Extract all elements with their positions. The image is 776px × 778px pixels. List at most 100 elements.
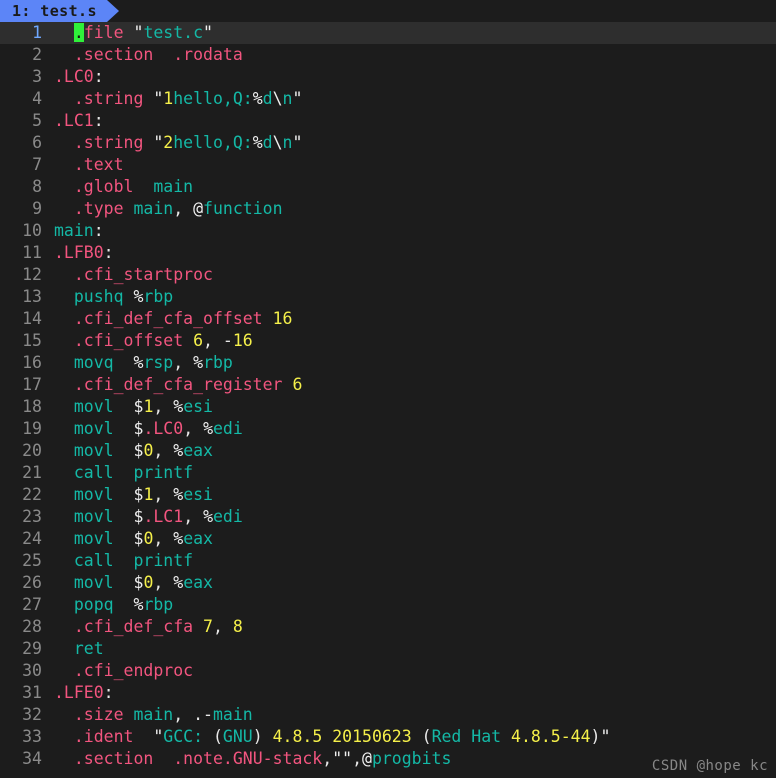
line-number: 15 <box>22 331 42 350</box>
code-token: , <box>203 331 223 350</box>
watermark: CSDN @hope kc <box>651 758 768 774</box>
code-line[interactable]: 14 .cfi_def_cfa_offset 16 <box>0 308 776 330</box>
code-line[interactable]: 23 movl $.LC1, %edi <box>0 506 776 528</box>
code-token: call <box>73 463 114 482</box>
line-number: 13 <box>22 287 42 306</box>
code-line[interactable]: 16 movq %rsp, %rbp <box>0 352 776 374</box>
code-line-content: call printf <box>50 462 776 484</box>
code-line[interactable]: 17 .cfi_def_cfa_register 6 <box>0 374 776 396</box>
code-token: d <box>262 133 273 152</box>
line-number: 16 <box>22 353 42 372</box>
code-line[interactable]: 24 movl $0, %eax <box>0 528 776 550</box>
code-token: esi <box>183 397 213 416</box>
code-line[interactable]: 31 .LFE0: <box>0 682 776 704</box>
code-token: % <box>173 573 184 592</box>
code-line[interactable]: 10 main: <box>0 220 776 242</box>
code-line[interactable]: 25 call printf <box>0 550 776 572</box>
code-line[interactable]: 13 pushq %rbp <box>0 286 776 308</box>
code-line[interactable]: 21 call printf <box>0 462 776 484</box>
code-token: % <box>173 529 184 548</box>
code-line[interactable]: 5 .LC1: <box>0 110 776 132</box>
code-token: esi <box>183 485 213 504</box>
code-token: " <box>133 23 144 42</box>
line-number: 19 <box>22 419 42 438</box>
code-line[interactable]: 9 .type main, @function <box>0 198 776 220</box>
code-line[interactable]: 26 movl $0, %eax <box>0 572 776 594</box>
line-number: 6 <box>32 133 42 152</box>
code-token: .size <box>73 705 124 724</box>
code-line[interactable]: 11 .LFB0: <box>0 242 776 264</box>
code-line[interactable]: 19 movl $.LC0, %edi <box>0 418 776 440</box>
code-line[interactable]: 20 movl $0, %eax <box>0 440 776 462</box>
code-line[interactable]: 28 .cfi_def_cfa 7, 8 <box>0 616 776 638</box>
code-line[interactable]: 15 .cfi_offset 6, -16 <box>0 330 776 352</box>
line-number: 1 <box>32 23 42 42</box>
code-line[interactable]: 3 .LC0: <box>0 66 776 88</box>
code-line-content: .file "test.c" <box>50 22 776 44</box>
code-token: ret <box>73 639 104 658</box>
code-line[interactable]: 6 .string "2hello,Q:%d\n" <box>0 132 776 154</box>
line-number: 20 <box>22 441 42 460</box>
code-line-content: .cfi_def_cfa_offset 16 <box>50 308 776 330</box>
code-line[interactable]: 33 .ident "GCC: (GNU) 4.8.5 20150623 (Re… <box>0 726 776 748</box>
line-number: 34 <box>22 749 42 768</box>
code-line[interactable]: 8 .globl main <box>0 176 776 198</box>
code-line[interactable]: 1 .file "test.c" <box>0 22 776 44</box>
code-line[interactable]: 30 .cfi_endproc <box>0 660 776 682</box>
code-token: " <box>292 89 303 108</box>
code-token: % <box>193 353 204 372</box>
code-token: movl <box>73 441 114 460</box>
code-line[interactable]: 22 movl $1, %esi <box>0 484 776 506</box>
code-line[interactable]: 32 .size main, .-main <box>0 704 776 726</box>
code-token: .cfi_endproc <box>73 661 194 680</box>
code-token: test.c <box>143 23 204 42</box>
code-line[interactable]: 7 .text <box>0 154 776 176</box>
line-number: 27 <box>22 595 42 614</box>
code-token: .string <box>73 133 144 152</box>
code-token: $ <box>133 485 144 504</box>
code-line-content: movl $.LC1, %edi <box>50 506 776 528</box>
code-token: .note.GNU-stack <box>173 749 323 768</box>
code-token: , <box>173 199 194 218</box>
code-token: , <box>322 749 333 768</box>
line-number: 4 <box>32 89 42 108</box>
code-line[interactable]: 2 .section .rodata <box>0 44 776 66</box>
code-line[interactable]: 4 .string "1hello,Q:%d\n" <box>0 88 776 110</box>
code-line[interactable]: 29 ret <box>0 638 776 660</box>
code-token: popq <box>73 595 114 614</box>
code-line-content: ret <box>50 638 776 660</box>
code-line[interactable]: 12 .cfi_startproc <box>0 264 776 286</box>
code-token: : <box>93 221 104 240</box>
code-token: .globl <box>73 177 134 196</box>
code-token: .LFE0 <box>54 683 104 702</box>
code-token: " <box>153 89 164 108</box>
code-token: eax <box>183 529 213 548</box>
code-token: function <box>203 199 283 218</box>
line-number: 33 <box>22 727 42 746</box>
tab-test-s[interactable]: 1: test.s <box>0 0 119 22</box>
code-line[interactable]: 18 movl $1, %esi <box>0 396 776 418</box>
code-token: n <box>282 133 293 152</box>
code-token: ) <box>252 727 263 746</box>
code-token: .text <box>73 155 124 174</box>
code-token: .cfi_offset <box>73 331 184 350</box>
code-token: ) <box>590 727 601 746</box>
code-token: Red Hat <box>431 727 512 746</box>
code-line[interactable]: 27 popq %rbp <box>0 594 776 616</box>
code-editor[interactable]: 1 .file "test.c" 2 .section .rodata 3 .LC0:… <box>0 22 776 770</box>
code-token: rsp <box>143 353 174 372</box>
